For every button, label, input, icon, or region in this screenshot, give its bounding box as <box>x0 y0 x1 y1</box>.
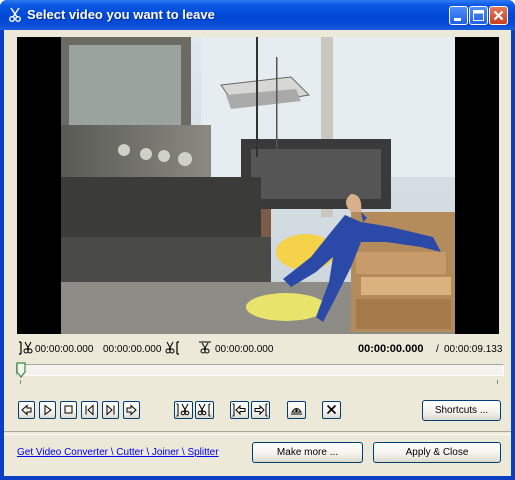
skip-back-icon <box>85 404 94 416</box>
skip-forward-icon <box>106 404 115 416</box>
snapshot-button[interactable] <box>287 401 306 419</box>
scissors-icon <box>8 7 22 23</box>
total-time: 00:00:09.133 <box>444 344 503 355</box>
current-time: 00:00:00.000 <box>358 343 424 355</box>
slider-tick-start <box>20 380 21 384</box>
make-more-button[interactable]: Make more ... <box>252 442 363 463</box>
play-icon <box>44 404 52 416</box>
step-forward-button[interactable] <box>123 401 140 419</box>
start-time: 00:00:00.000 <box>35 344 94 355</box>
apply-close-button[interactable]: Apply & Close <box>373 442 501 463</box>
end-time: 00:00:00.000 <box>103 344 162 355</box>
set-end-button[interactable] <box>195 401 214 419</box>
go-to-start-button[interactable] <box>230 401 249 419</box>
step-back-button[interactable] <box>18 401 35 419</box>
separator-line <box>4 431 511 435</box>
x-icon <box>326 404 337 415</box>
camera-icon <box>291 408 302 415</box>
close-button[interactable] <box>489 6 508 25</box>
end-marker-icon <box>164 341 180 360</box>
scissors-end-icon <box>197 403 211 417</box>
shortcuts-button[interactable]: Shortcuts ... <box>422 400 501 421</box>
previous-frame-button[interactable] <box>81 401 98 419</box>
set-start-button[interactable] <box>174 401 193 419</box>
length-icon <box>198 341 212 360</box>
video-frame <box>61 37 455 334</box>
window-title: Select video you want to leave <box>27 7 215 22</box>
play-button[interactable] <box>39 401 56 419</box>
go-to-start-icon <box>232 403 246 417</box>
arrow-left-icon <box>21 404 32 416</box>
start-marker-icon <box>18 341 34 360</box>
go-to-end-button[interactable] <box>251 401 270 419</box>
dialog-client-area: 00:00:00.000 00:00:00.000 00:00:00.000 0… <box>4 30 511 476</box>
get-video-converter-link[interactable]: Get Video Converter \ Cutter \ Joiner \ … <box>17 447 219 458</box>
time-separator: / <box>436 344 439 355</box>
video-preview[interactable] <box>17 37 499 334</box>
length-time: 00:00:00.000 <box>215 344 274 355</box>
dialog-window: Select video you want to leave 00:00:00.… <box>0 0 515 480</box>
minimize-button[interactable] <box>449 6 468 25</box>
seek-track[interactable] <box>16 364 504 376</box>
scissors-start-icon <box>176 403 190 417</box>
maximize-button[interactable] <box>469 6 488 25</box>
go-to-end-icon <box>254 403 268 417</box>
stop-icon <box>64 405 73 414</box>
title-bar[interactable]: Select video you want to leave <box>0 0 515 30</box>
next-frame-button[interactable] <box>102 401 119 419</box>
stop-button[interactable] <box>60 401 77 419</box>
delete-button[interactable] <box>322 401 341 419</box>
slider-tick-end <box>497 380 498 384</box>
arrow-right-icon <box>126 404 137 416</box>
